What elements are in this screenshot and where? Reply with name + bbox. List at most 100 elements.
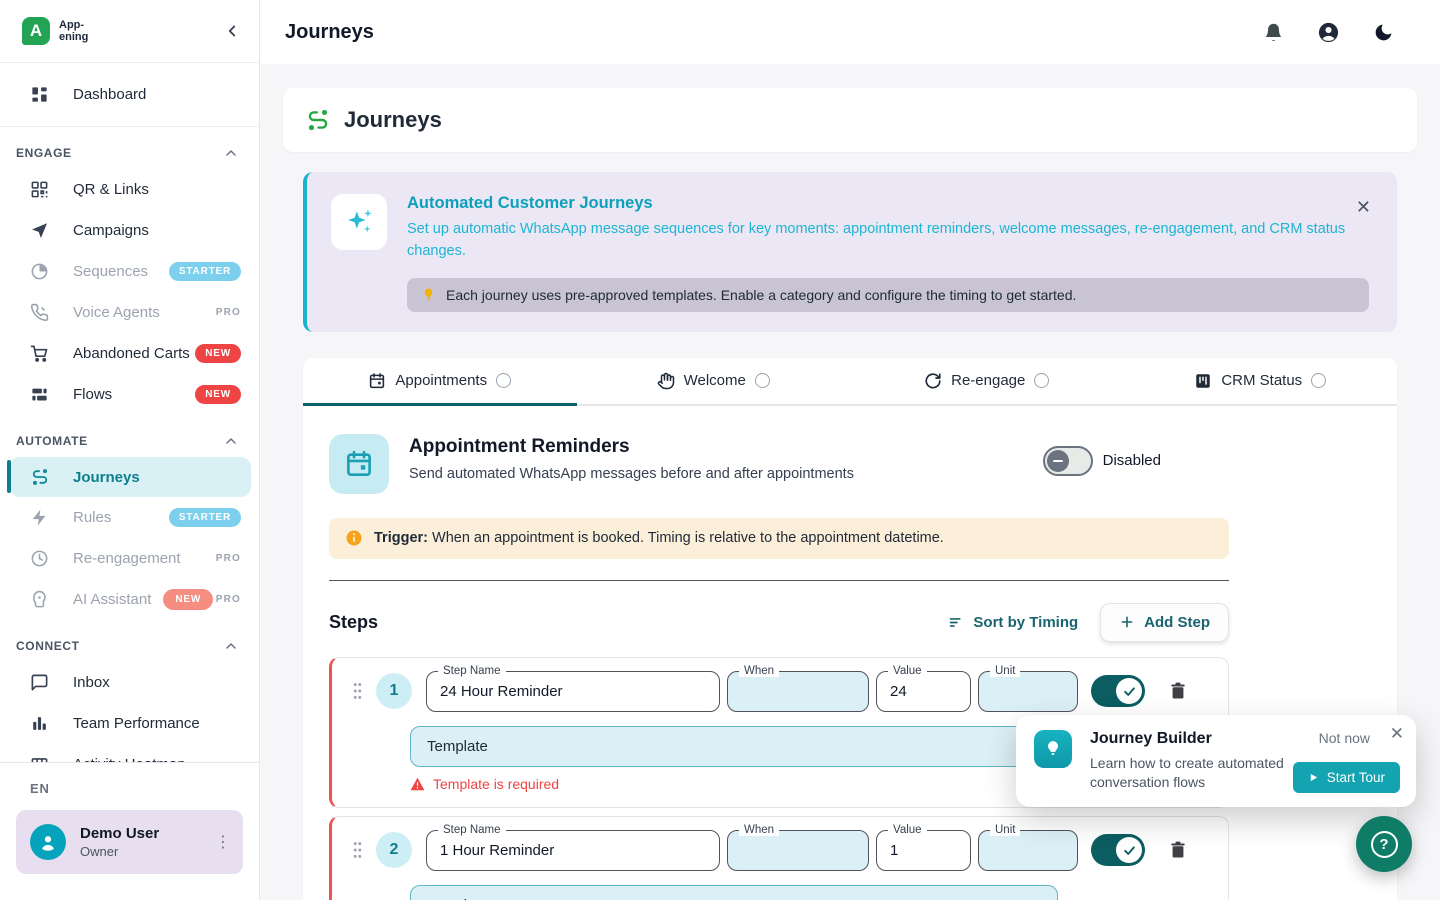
tab-status-circle bbox=[1311, 373, 1326, 388]
sort-by-timing-button[interactable]: Sort by Timing bbox=[947, 614, 1078, 631]
phone-icon bbox=[30, 303, 50, 323]
value-input[interactable] bbox=[890, 683, 957, 700]
category-toggle[interactable] bbox=[1043, 446, 1093, 476]
not-now-button[interactable]: Not now bbox=[1319, 730, 1370, 746]
sidebar-collapse-button[interactable] bbox=[223, 22, 241, 40]
unit-select[interactable]: Unit bbox=[978, 830, 1078, 871]
step-name-field[interactable]: Step Name bbox=[426, 830, 720, 871]
sidebar-item-abandoned-carts[interactable]: Abandoned Carts NEW bbox=[0, 333, 259, 374]
sidebar-item-voice-agents[interactable]: Voice Agents PRO bbox=[0, 292, 259, 333]
chevron-up-icon bbox=[223, 638, 239, 654]
when-select[interactable]: When bbox=[727, 671, 869, 712]
category-title: Appointment Reminders bbox=[409, 436, 854, 458]
banner-title: Automated Customer Journeys bbox=[407, 194, 1369, 213]
account-icon[interactable] bbox=[1317, 21, 1340, 44]
calendar-icon bbox=[368, 372, 386, 390]
banner-close-icon[interactable]: ✕ bbox=[1356, 198, 1371, 216]
sidebar-item-label: Dashboard bbox=[73, 86, 146, 103]
avatar bbox=[30, 824, 66, 860]
chevron-left-icon bbox=[223, 22, 241, 40]
template-select[interactable]: Template bbox=[410, 885, 1058, 900]
wave-hand-icon bbox=[657, 372, 675, 390]
warning-icon bbox=[410, 777, 425, 791]
sidebar-item-journeys[interactable]: Journeys bbox=[10, 457, 251, 497]
toggle-knob bbox=[1116, 837, 1142, 863]
tab-appointments[interactable]: Appointments bbox=[303, 358, 577, 404]
sidebar-item-ai-assistant[interactable]: AI Assistant NEW PRO bbox=[0, 579, 259, 620]
user-card[interactable]: Demo User Owner ⋮ bbox=[16, 810, 243, 874]
play-icon bbox=[1308, 772, 1319, 783]
drag-handle-icon[interactable] bbox=[352, 840, 363, 860]
sort-icon bbox=[947, 614, 964, 631]
route-icon bbox=[30, 467, 50, 487]
route-icon bbox=[305, 107, 331, 133]
plus-icon bbox=[1119, 614, 1135, 630]
step-card-2: 2 Step Name When Value bbox=[329, 816, 1229, 900]
sidebar-item-sequences[interactable]: Sequences STARTER bbox=[0, 251, 259, 292]
sidebar-nav: Dashboard ENGAGE QR & Links Campaigns Se… bbox=[0, 63, 259, 762]
trigger-banner: Trigger: When an appointment is booked. … bbox=[329, 518, 1229, 559]
logo-row: A App- ening bbox=[0, 0, 259, 63]
start-tour-button[interactable]: Start Tour bbox=[1293, 762, 1400, 793]
journeys-panel: Appointments Welcome Re-engage CRM Statu… bbox=[303, 358, 1397, 900]
step-number: 2 bbox=[376, 832, 412, 868]
value-input[interactable] bbox=[890, 842, 957, 859]
value-field[interactable]: Value bbox=[876, 671, 971, 712]
step-name-input[interactable] bbox=[440, 683, 706, 700]
drag-handle-icon[interactable] bbox=[352, 681, 363, 701]
sidebar-item-activity-heatmap[interactable]: Activity Heatmap bbox=[0, 744, 259, 762]
pro-tag: PRO bbox=[216, 594, 241, 605]
message-square-icon bbox=[30, 673, 50, 693]
info-banner: Automated Customer Journeys Set up autom… bbox=[303, 172, 1397, 332]
kebab-menu-icon[interactable]: ⋮ bbox=[215, 832, 231, 852]
step-toggle[interactable] bbox=[1091, 834, 1145, 866]
section-header-engage[interactable]: ENGAGE bbox=[0, 137, 259, 169]
sidebar-item-team-performance[interactable]: Team Performance bbox=[0, 703, 259, 744]
tab-welcome[interactable]: Welcome bbox=[577, 358, 851, 404]
add-step-button[interactable]: Add Step bbox=[1100, 603, 1229, 642]
notifications-bell-icon[interactable] bbox=[1263, 22, 1284, 43]
dark-mode-moon-icon[interactable] bbox=[1373, 22, 1394, 43]
sequence-icon bbox=[30, 262, 50, 282]
step-toggle[interactable] bbox=[1091, 675, 1145, 707]
sidebar-item-flows[interactable]: Flows NEW bbox=[0, 374, 259, 415]
chevron-up-icon bbox=[223, 433, 239, 449]
template-select[interactable]: Template bbox=[410, 726, 1058, 767]
step-name-field[interactable]: Step Name bbox=[426, 671, 720, 712]
value-field[interactable]: Value bbox=[876, 830, 971, 871]
sidebar-item-rules[interactable]: Rules STARTER bbox=[0, 497, 259, 538]
divider bbox=[329, 580, 1229, 581]
tab-crm-status[interactable]: CRM Status bbox=[1124, 358, 1398, 404]
help-button[interactable]: ? bbox=[1356, 816, 1412, 872]
tab-status-circle bbox=[755, 373, 770, 388]
section-header-connect[interactable]: CONNECT bbox=[0, 630, 259, 662]
info-icon bbox=[345, 529, 363, 547]
toggle-status-label: Disabled bbox=[1103, 452, 1161, 469]
sidebar-item-campaigns[interactable]: Campaigns bbox=[0, 210, 259, 251]
new-badge: NEW bbox=[163, 589, 213, 610]
sidebar-item-re-engagement[interactable]: Re-engagement PRO bbox=[0, 538, 259, 579]
cart-icon bbox=[30, 344, 50, 364]
sidebar-item-qr-links[interactable]: QR & Links bbox=[0, 169, 259, 210]
sidebar: A App- ening Dashboard ENGAGE QR & Links bbox=[0, 0, 260, 900]
section-header-automate[interactable]: AUTOMATE bbox=[0, 425, 259, 457]
app-logo-icon: A bbox=[22, 17, 50, 45]
user-role: Owner bbox=[80, 844, 159, 859]
popup-close-icon[interactable]: ✕ bbox=[1390, 724, 1404, 744]
sidebar-item-inbox[interactable]: Inbox bbox=[0, 662, 259, 703]
step-name-input[interactable] bbox=[440, 842, 706, 859]
pro-tag: PRO bbox=[216, 307, 241, 318]
delete-step-icon[interactable] bbox=[1168, 681, 1188, 701]
calendar-icon bbox=[329, 434, 389, 494]
tab-re-engage[interactable]: Re-engage bbox=[850, 358, 1124, 404]
new-badge: NEW bbox=[195, 385, 241, 404]
delete-step-icon[interactable] bbox=[1168, 840, 1188, 860]
when-select[interactable]: When bbox=[727, 830, 869, 871]
sidebar-item-dashboard[interactable]: Dashboard bbox=[0, 74, 259, 115]
app-logo-text: App- ening bbox=[59, 19, 88, 43]
language-selector[interactable]: EN bbox=[16, 781, 243, 810]
category-description: Send automated WhatsApp messages before … bbox=[409, 466, 854, 482]
step-number: 1 bbox=[376, 673, 412, 709]
toggle-knob bbox=[1047, 450, 1069, 472]
unit-select[interactable]: Unit bbox=[978, 671, 1078, 712]
